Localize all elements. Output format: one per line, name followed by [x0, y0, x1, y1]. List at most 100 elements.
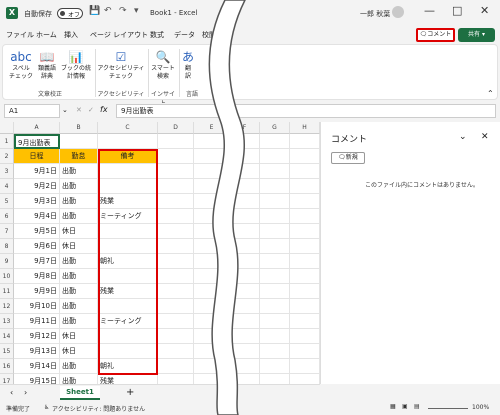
table-cell[interactable]	[260, 164, 290, 179]
add-sheet-icon[interactable]: +	[126, 387, 134, 398]
table-cell[interactable]: 休日	[60, 329, 98, 344]
table-cell[interactable]	[290, 344, 320, 359]
table-cell[interactable]: 出勤	[60, 164, 98, 179]
table-cell[interactable]	[290, 284, 320, 299]
table-cell[interactable]: 出勤	[60, 254, 98, 269]
row-header[interactable]: 12	[0, 299, 14, 314]
table-cell[interactable]	[194, 359, 230, 374]
table-cell[interactable]	[98, 239, 158, 254]
zoom-slider[interactable]	[428, 408, 468, 409]
row-header[interactable]: 2	[0, 149, 14, 164]
table-cell[interactable]	[158, 344, 194, 359]
sheet-tab[interactable]: Sheet1	[60, 386, 100, 400]
tab-page-layout[interactable]: ページ レイアウト	[90, 30, 148, 40]
table-cell[interactable]	[290, 194, 320, 209]
table-cell[interactable]	[260, 134, 290, 149]
enter-icon[interactable]: ✓	[88, 106, 94, 114]
smart-lookup-button[interactable]: 🔍 スマート 検索	[150, 49, 176, 81]
table-cell[interactable]	[194, 314, 230, 329]
thesaurus-button[interactable]: 📖 類義語 辞典	[35, 49, 59, 81]
table-cell[interactable]	[194, 284, 230, 299]
table-cell[interactable]	[260, 209, 290, 224]
table-cell[interactable]	[194, 269, 230, 284]
table-cell[interactable]	[230, 164, 260, 179]
table-cell[interactable]: 9月6日	[14, 239, 60, 254]
table-cell[interactable]	[98, 269, 158, 284]
table-cell[interactable]	[290, 209, 320, 224]
table-cell[interactable]	[260, 254, 290, 269]
table-cell[interactable]: 残業	[98, 194, 158, 209]
table-cell[interactable]	[158, 239, 194, 254]
table-cell[interactable]	[158, 149, 194, 164]
redo-icon[interactable]: ↷	[119, 6, 127, 16]
autosave-toggle[interactable]: オフ	[57, 8, 83, 19]
table-cell[interactable]	[194, 299, 230, 314]
save-icon[interactable]: 💾	[89, 6, 100, 16]
select-all[interactable]	[0, 122, 14, 134]
table-cell[interactable]	[290, 134, 320, 149]
cancel-icon[interactable]: ✕	[76, 106, 82, 114]
row-header[interactable]: 4	[0, 179, 14, 194]
table-cell[interactable]	[260, 299, 290, 314]
table-cell[interactable]: 出勤	[60, 314, 98, 329]
row-header[interactable]: 16	[0, 359, 14, 374]
table-cell[interactable]: ミーティング	[98, 314, 158, 329]
accessibility-status[interactable]: アクセシビリティ: 問題ありません	[52, 404, 145, 413]
active-cell[interactable]: 9月出勤表	[14, 134, 60, 149]
row-header[interactable]: 9	[0, 254, 14, 269]
table-cell[interactable]: 残業	[98, 284, 158, 299]
column-header[interactable]: B	[60, 122, 98, 134]
tab-review[interactable]: 校閲	[202, 30, 216, 40]
row-header[interactable]: 1	[0, 134, 14, 149]
table-cell[interactable]: 出勤	[60, 284, 98, 299]
tab-insert[interactable]: 挿入	[64, 30, 78, 40]
table-cell[interactable]	[158, 209, 194, 224]
name-box[interactable]: A1	[4, 104, 60, 118]
table-cell[interactable]: 出勤	[60, 209, 98, 224]
table-cell[interactable]	[194, 209, 230, 224]
new-comment-button[interactable]: 🗨新規	[331, 152, 365, 164]
table-cell[interactable]: 9月10日	[14, 299, 60, 314]
page-layout-icon[interactable]: ▣	[402, 403, 408, 410]
tab-file[interactable]: ファイル	[6, 30, 34, 40]
table-cell[interactable]: 休日	[60, 344, 98, 359]
row-header[interactable]: 13	[0, 314, 14, 329]
table-cell[interactable]: 休日	[60, 224, 98, 239]
table-cell[interactable]	[98, 224, 158, 239]
table-cell[interactable]	[194, 179, 230, 194]
column-header[interactable]: C	[98, 122, 158, 134]
table-cell[interactable]	[230, 284, 260, 299]
table-cell[interactable]	[290, 359, 320, 374]
table-cell[interactable]	[290, 179, 320, 194]
table-cell[interactable]	[230, 314, 260, 329]
table-cell[interactable]	[260, 149, 290, 164]
table-cell[interactable]: 出勤	[60, 359, 98, 374]
table-cell[interactable]	[260, 179, 290, 194]
table-cell[interactable]	[98, 179, 158, 194]
table-cell[interactable]	[158, 284, 194, 299]
table-cell[interactable]	[230, 359, 260, 374]
worksheet[interactable]: A B C D E F G H 1 9月出勤表 2 日程 勤怠 備考 3 9月1日 出勤 4 9月2…	[0, 122, 320, 389]
table-cell[interactable]	[230, 134, 260, 149]
column-header[interactable]: G	[260, 122, 290, 134]
table-cell[interactable]	[98, 164, 158, 179]
table-cell[interactable]	[98, 134, 158, 149]
table-cell[interactable]	[158, 254, 194, 269]
table-cell[interactable]	[230, 254, 260, 269]
column-header[interactable]: A	[14, 122, 60, 134]
comment-button[interactable]: 🗨コメント	[416, 28, 455, 42]
avatar[interactable]	[392, 6, 404, 18]
close-icon[interactable]: ✕	[481, 132, 489, 142]
table-cell[interactable]: 9月8日	[14, 269, 60, 284]
table-cell[interactable]: 出勤	[60, 269, 98, 284]
table-cell[interactable]	[290, 239, 320, 254]
table-cell[interactable]: 休日	[60, 239, 98, 254]
column-header[interactable]: F	[230, 122, 260, 134]
table-cell[interactable]	[158, 329, 194, 344]
table-cell[interactable]	[290, 164, 320, 179]
table-cell[interactable]	[194, 134, 230, 149]
table-cell[interactable]	[230, 149, 260, 164]
table-cell[interactable]	[290, 299, 320, 314]
table-cell[interactable]	[230, 344, 260, 359]
translate-button[interactable]: あ翻 訳	[181, 49, 195, 81]
